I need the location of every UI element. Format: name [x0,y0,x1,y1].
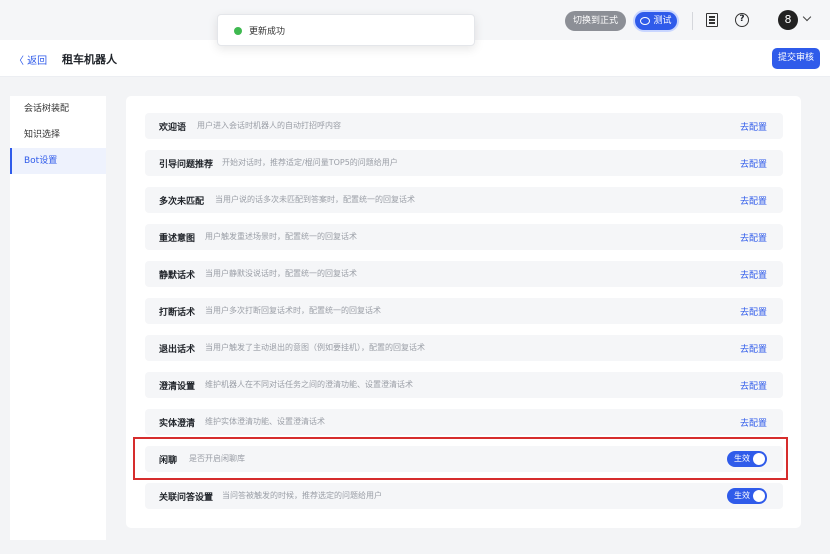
setting-description: 当用户静默没说话时，配置统一的回复话术 [205,269,357,278]
setting-description: 维护实体澄清功能、设置澄清话术 [205,417,325,426]
setting-row-restate-intent: 重述意图 用户触发重述场景时，配置统一的回复话术 去配置 [145,224,783,250]
setting-label: 实体澄清 [159,419,196,429]
configure-link[interactable]: 去配置 [740,342,767,355]
setting-row-entity-clarify: 实体澄清 维护实体澄清功能、设置澄清话术 去配置 [145,409,783,435]
setting-row-guide-questions: 引导问题推荐 开始对话时，推荐适定/棍问量TOP5的问题给用户 去配置 [145,150,783,176]
sidebar-item-knowledge[interactable]: 知识选择 [10,122,106,148]
setting-label: 静默话术 [159,271,196,281]
related-qa-toggle[interactable]: 生效 [727,488,767,504]
highlight-box [133,437,788,480]
setting-description: 用户触发重述场景时，配置统一的回复话术 [205,232,357,241]
sidebar-item-bot-settings[interactable]: Bot设置 [10,148,106,174]
toast-message: 更新成功 [249,27,286,37]
toggle-knob [753,490,765,502]
setting-description: 当用户触发了主动退出的意图（例如要挂机），配置的回复话术 [205,343,425,352]
setting-label: 欢迎语 [159,123,187,133]
configure-link[interactable]: 去配置 [740,194,767,207]
back-link[interactable]: 〈 返回 [14,52,47,67]
setting-description: 当用户多次打断回复话术时，配置统一的回复话术 [205,306,381,315]
setting-label: 关联问答设置 [159,493,214,503]
configure-link[interactable]: 去配置 [740,120,767,133]
setting-description: 维护机器人在不同对话任务之间的澄清功能、设置澄清话术 [205,380,413,389]
configure-link[interactable]: 去配置 [740,231,767,244]
setting-row-related-qa: 关联问答设置 当问答被触发的时候，推荐选定的问题给用户 生效 [145,483,783,509]
setting-description: 用户进入会话时机器人的自动打招呼内容 [197,121,341,130]
setting-label: 引导问题推荐 [159,160,214,170]
setting-row-interrupt: 打断话术 当用户多次打断回复话术时，配置统一的回复话术 去配置 [145,298,783,324]
submit-review-button[interactable]: 提交审核 [772,48,820,69]
setting-label: 退出话术 [159,345,196,355]
setting-label: 澄清设置 [159,382,196,392]
divider [692,12,693,30]
avatar[interactable]: 8 [778,10,798,30]
sidebar: 会话树装配 知识选择 Bot设置 [10,96,106,540]
document-icon[interactable] [706,13,718,27]
toggle-label: 生效 [734,491,750,500]
configure-link[interactable]: 去配置 [740,379,767,392]
success-toast: 更新成功 [217,14,475,46]
configure-link[interactable]: 去配置 [740,416,767,429]
test-button[interactable]: 测试 [633,10,679,32]
switch-to-production-button[interactable]: 切换到正式 [565,11,627,31]
configure-link[interactable]: 去配置 [740,305,767,318]
test-button-label: 测试 [653,16,672,26]
setting-row-clarify: 澄清设置 维护机器人在不同对话任务之间的澄清功能、设置澄清话术 去配置 [145,372,783,398]
setting-description: 当问答被触发的时候，推荐选定的问题给用户 [222,491,382,500]
setting-description: 开始对话时，推荐适定/棍问量TOP5的问题给用户 [222,158,398,167]
configure-link[interactable]: 去配置 [740,268,767,281]
configure-link[interactable]: 去配置 [740,157,767,170]
sidebar-item-session-tree[interactable]: 会话树装配 [10,96,106,122]
setting-label: 打断话术 [159,308,196,318]
page-title: 租车机器人 [62,53,117,66]
setting-description: 当用户说的话多次未匹配到答案时，配置统一的回复话术 [215,195,415,204]
setting-row-no-match: 多次未匹配 当用户说的话多次未匹配到答案时，配置统一的回复话术 去配置 [145,187,783,213]
setting-row-exit: 退出话术 当用户触发了主动退出的意图（例如要挂机），配置的回复话术 去配置 [145,335,783,361]
setting-row-silence: 静默话术 当用户静默没说话时，配置统一的回复话术 去配置 [145,261,783,287]
success-dot-icon [234,27,242,35]
setting-row-welcome: 欢迎语 用户进入会话时机器人的自动打招呼内容 去配置 [145,113,783,139]
help-icon[interactable]: ? [735,13,749,27]
setting-label: 多次未匹配 [159,197,205,207]
chat-bubble-icon [640,17,651,25]
setting-label: 重述意图 [159,234,196,244]
